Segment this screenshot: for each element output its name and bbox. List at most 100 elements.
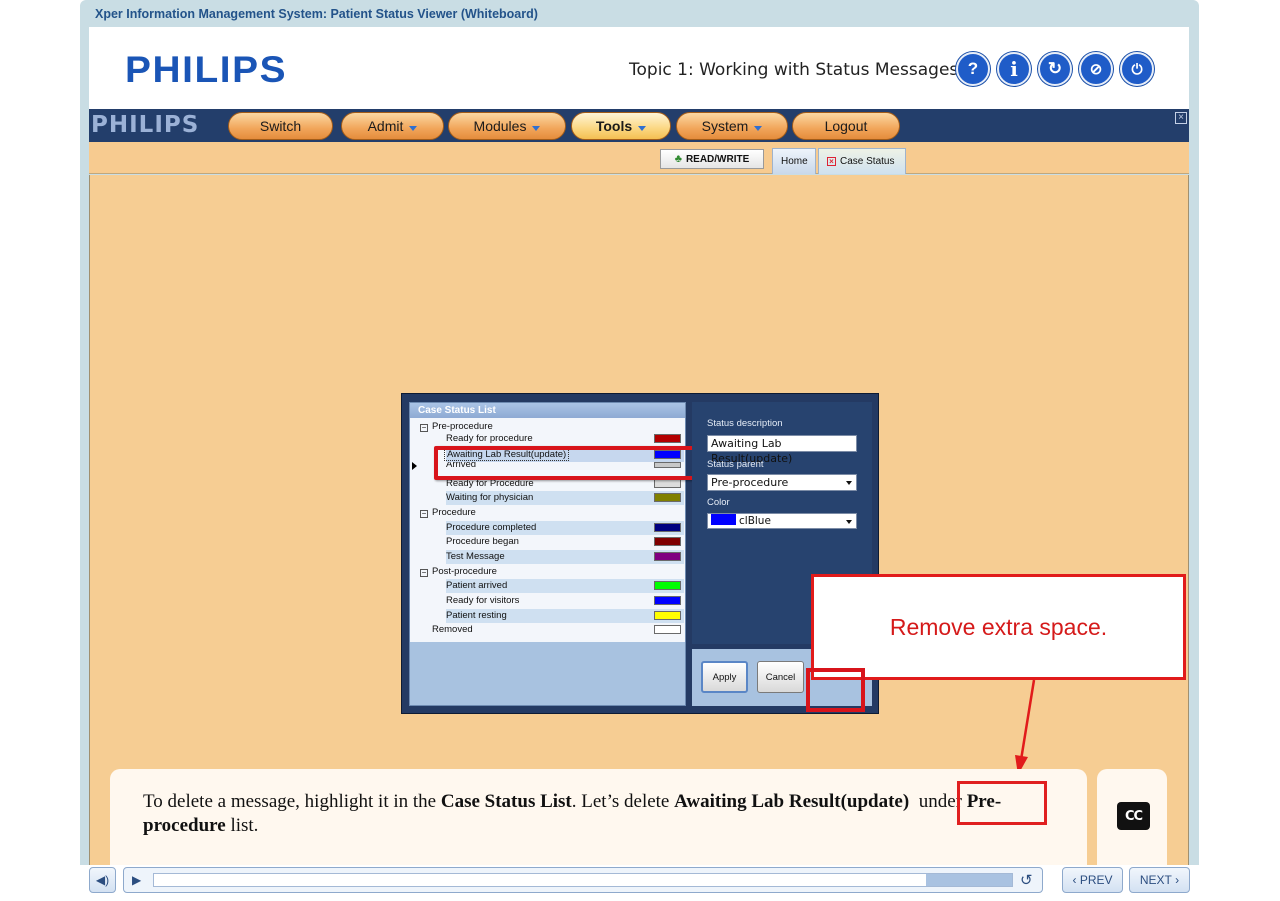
navigate-button[interactable]: ⊘ (1079, 52, 1113, 86)
color-swatch (711, 514, 736, 525)
player-bar: ◀) ▶ ↺ ‹ PREV NEXT › (80, 865, 1199, 901)
next-button[interactable]: NEXT › (1129, 867, 1190, 893)
list-item[interactable]: Patient resting (446, 609, 684, 623)
replay-button[interactable]: ↻ (1038, 52, 1072, 86)
list-item[interactable]: Waiting for physician (446, 491, 684, 505)
list-item[interactable]: Procedure began (446, 535, 684, 549)
status-parent-value: Pre-procedure (711, 476, 789, 489)
exit-button[interactable]: ⏻ (1120, 52, 1154, 86)
close-tab-icon[interactable]: × (827, 157, 836, 166)
caption-bold: Awaiting Lab Result(update) (674, 791, 910, 812)
menu-tools[interactable]: Tools (571, 112, 671, 140)
list-item[interactable]: Procedure completed (446, 521, 684, 535)
caption-bold: Case Status List (440, 791, 572, 812)
caption-text: list. (225, 815, 259, 836)
apply-button[interactable]: Apply (701, 661, 748, 693)
lesson-header: PHILIPS Topic 1: Working with Status Mes… (89, 27, 1189, 109)
help-button[interactable]: ? (956, 52, 990, 86)
menu-switch-label: Switch (259, 118, 302, 134)
list-item[interactable]: Patient arrived (446, 579, 684, 593)
window-title: Xper Information Management System: Pati… (95, 7, 538, 21)
list-item[interactable]: Ready for visitors (446, 594, 684, 608)
list-item-label: Removed (432, 624, 473, 635)
menubar-logo: PHILIPS (91, 112, 200, 138)
close-icon[interactable]: × (1175, 112, 1187, 124)
color-value: clBlue (739, 515, 771, 527)
group-post-procedure[interactable]: − Post-procedure (420, 565, 497, 579)
row-indicator-icon (412, 462, 417, 470)
list-item-label: Procedure completed (446, 522, 537, 533)
chevron-down-icon (409, 126, 418, 131)
color-swatch (654, 523, 681, 532)
list-item-label: Patient arrived (446, 580, 508, 591)
volume-button[interactable]: ◀) (89, 867, 116, 893)
list-item-label: Test Message (446, 551, 505, 562)
info-button[interactable]: i (997, 52, 1031, 86)
status-description-field[interactable]: Awaiting Lab Result(update) (707, 435, 857, 465)
read-write-button[interactable]: ♣ READ/WRITE (660, 149, 764, 169)
app-menubar: PHILIPS Switch Admit Modules Tools Syste… (89, 109, 1189, 142)
color-swatch (654, 493, 681, 502)
menu-switch[interactable]: Switch (228, 112, 333, 140)
case-status-list: Case Status List − Pre-procedure Ready fo… (409, 402, 696, 706)
menu-tools-label: Tools (595, 118, 633, 134)
next-label: NEXT (1139, 873, 1172, 887)
menu-system[interactable]: System (676, 112, 788, 140)
list-item-label: Patient resting (446, 610, 507, 621)
color-swatch (654, 479, 681, 488)
menu-logout[interactable]: Logout (792, 112, 900, 140)
group-label: Procedure (432, 507, 476, 518)
list-item-removed[interactable]: Removed (432, 623, 684, 637)
tab-case-status[interactable]: × Case Status (818, 148, 906, 174)
group-pre-procedure[interactable]: − Pre-procedure (420, 420, 493, 434)
menu-admit-label: Admit (367, 118, 404, 134)
cc-panel: CC (1097, 769, 1167, 865)
tab-home-label: Home (781, 156, 808, 167)
info-icon: i (1010, 57, 1018, 81)
color-swatch (654, 625, 681, 634)
chevron-down-icon (754, 126, 763, 131)
callout-text: Remove extra space. (889, 613, 1108, 640)
extra-space-annotation (957, 781, 1047, 825)
list-item-label: Ready for procedure (446, 434, 533, 444)
menu-logout-label: Logout (824, 118, 868, 134)
highlight-annotation (434, 446, 696, 480)
caption-text: . Let’s delete (571, 791, 675, 812)
collapse-icon[interactable]: − (420, 569, 428, 577)
tab-case-status-label: Case Status (840, 156, 895, 167)
collapse-icon[interactable]: − (420, 424, 428, 432)
status-parent-select[interactable]: Pre-procedure (707, 474, 857, 491)
status-description-label: Status description (707, 418, 783, 429)
play-icon[interactable]: ▶ (132, 873, 141, 887)
case-status-dialog: Case Status List − Pre-procedure Ready fo… (401, 393, 879, 714)
chevron-left-icon: ‹ (1072, 873, 1080, 887)
color-label: Color (707, 497, 730, 508)
menu-admit[interactable]: Admit (341, 112, 444, 140)
prev-button[interactable]: ‹ PREV (1062, 867, 1123, 893)
chevron-down-icon (846, 481, 852, 485)
topic-title: Topic 1: Working with Status Messages (629, 60, 959, 80)
list-item-label: Procedure began (446, 536, 519, 547)
replay-icon[interactable]: ↺ (1020, 871, 1033, 889)
list-title: Case Status List (410, 403, 685, 418)
read-write-label: READ/WRITE (685, 153, 750, 165)
progress-track[interactable] (153, 873, 1013, 887)
prev-label: PREV (1079, 873, 1113, 887)
closed-captions-icon[interactable]: CC (1117, 802, 1150, 830)
color-swatch (654, 596, 681, 605)
group-label: Post-procedure (432, 566, 497, 577)
users-icon: ♣ (674, 153, 682, 165)
list-item[interactable]: Ready for procedure (446, 434, 684, 444)
menu-system-label: System (701, 118, 749, 134)
caption-text: To delete a message, highlight it in the (143, 791, 441, 812)
collapse-icon[interactable]: − (420, 510, 428, 518)
tab-home[interactable]: Home (772, 148, 816, 174)
cancel-button[interactable]: Cancel (757, 661, 804, 693)
color-select[interactable]: clBlue (707, 513, 857, 529)
lesson-content: Case Status List − Pre-procedure Ready fo… (89, 175, 1189, 865)
menu-modules[interactable]: Modules (448, 112, 566, 140)
philips-logo: PHILIPS (125, 49, 288, 90)
list-item[interactable]: Test Message (446, 550, 684, 564)
group-procedure[interactable]: − Procedure (420, 506, 476, 520)
chevron-down-icon (846, 520, 852, 524)
